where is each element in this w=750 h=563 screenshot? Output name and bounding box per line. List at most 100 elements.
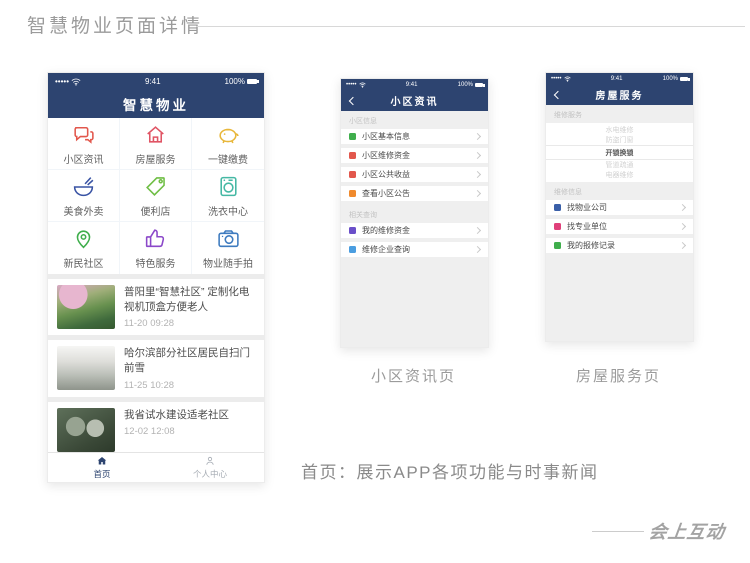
- news-thumbnail-park: [57, 285, 115, 329]
- picker-option[interactable]: 管道疏通: [546, 160, 693, 170]
- grid-item-label: 美食外卖: [64, 203, 104, 218]
- signal-dots-icon: •••••: [55, 77, 69, 86]
- grid-item-laundry-center[interactable]: 洗衣中心: [192, 170, 264, 222]
- grid-item-housing-service[interactable]: 房屋服务: [120, 118, 192, 170]
- location-pin-icon: [71, 226, 96, 251]
- picker-selected-option[interactable]: 开锁换锁: [546, 145, 693, 160]
- grid-item-label: 洗衣中心: [208, 203, 248, 218]
- chevron-right-icon: [474, 171, 481, 178]
- picker-option[interactable]: 水电维修: [546, 125, 693, 135]
- section-header: 维修信息: [546, 182, 693, 200]
- list-item-icon: [349, 246, 356, 253]
- list-item-icon: [349, 152, 356, 159]
- list-item-community-notice[interactable]: 查看小区公告: [341, 186, 488, 201]
- news-title: 哈尔滨部分社区居民自扫门前雪: [124, 346, 255, 375]
- list-item-my-repair-fund[interactable]: 我的维修资金: [341, 223, 488, 238]
- camera-icon: [216, 226, 241, 251]
- home-icon: [96, 455, 108, 467]
- tab-label: 个人中心: [193, 468, 227, 480]
- news-date: 11-25 10:28: [124, 380, 255, 391]
- signal-dots-icon: •••••: [551, 76, 562, 82]
- section-header: 小区信息: [341, 111, 488, 129]
- status-time: 9:41: [611, 76, 623, 82]
- news-thumbnail-elderly: [57, 408, 115, 452]
- washing-machine-icon: [216, 174, 241, 199]
- list-item-public-income[interactable]: 小区公共收益: [341, 167, 488, 182]
- grid-item-food-delivery[interactable]: 美食外卖: [48, 170, 120, 222]
- chat-bubbles-icon: [71, 122, 96, 147]
- status-bar: ••••• 9:41 100%: [546, 73, 693, 84]
- tab-profile[interactable]: 个人中心: [156, 453, 264, 482]
- house-icon: [143, 122, 168, 147]
- news-list-item[interactable]: 普阳里“智慧社区” 定制化电视机顶盒方便老人 11-20 09:28: [48, 279, 264, 335]
- list-item-repair-fund[interactable]: 小区维修资金: [341, 148, 488, 163]
- section-header: 维修服务: [546, 105, 693, 123]
- battery-percent: 100%: [663, 76, 678, 82]
- chevron-right-icon: [474, 246, 481, 253]
- grid-item-label: 便利店: [141, 203, 171, 218]
- status-bar: ••••• 9:41 100%: [341, 79, 488, 90]
- list-item-find-professional-unit[interactable]: 找专业单位: [546, 219, 693, 234]
- status-bar: ••••• 9:41 100%: [48, 73, 264, 90]
- news-list: 普阳里“智慧社区” 定制化电视机顶盒方便老人 11-20 09:28 哈尔滨部分…: [48, 274, 264, 452]
- chevron-right-icon: [679, 204, 686, 211]
- chevron-right-icon: [474, 133, 481, 140]
- nav-bar: 智慧物业: [48, 90, 264, 118]
- news-date: 12-02 12:08: [124, 426, 255, 437]
- grid-item-community-news[interactable]: 小区资讯: [48, 118, 120, 170]
- back-chevron-icon[interactable]: [349, 96, 357, 104]
- home-screen-mockup: ••••• 9:41 100% 智慧物业 小区资讯 房屋服务 一键缴: [47, 72, 265, 483]
- picker-option[interactable]: 防盗门窗: [546, 135, 693, 145]
- list-item-icon: [554, 204, 561, 211]
- grid-item-property-snapshot[interactable]: 物业随手拍: [192, 222, 264, 274]
- home-feature-grid: 小区资讯 房屋服务 一键缴费 美食外卖 便利店 洗衣中心: [48, 118, 264, 274]
- list-item-icon: [349, 190, 356, 197]
- news-date: 11-20 09:28: [124, 318, 255, 329]
- list-item-find-property-company[interactable]: 找物业公司: [546, 200, 693, 215]
- nav-bar: 房屋服务: [546, 84, 693, 105]
- battery-icon: [680, 77, 688, 81]
- nav-title: 房屋服务: [596, 87, 644, 102]
- grid-item-xinmin-community[interactable]: 新民社区: [48, 222, 120, 274]
- news-list-item[interactable]: 哈尔滨部分社区居民自扫门前雪 11-25 10:28: [48, 340, 264, 396]
- nav-title: 小区资讯: [391, 93, 439, 108]
- grid-item-label: 物业随手拍: [203, 255, 253, 270]
- piggy-bank-icon: [216, 122, 241, 147]
- battery-icon: [475, 83, 483, 87]
- battery-icon: [247, 79, 257, 84]
- back-chevron-icon[interactable]: [554, 90, 562, 98]
- status-time: 9:41: [145, 77, 161, 86]
- picker-option[interactable]: 电器维修: [546, 170, 693, 180]
- tab-bar: 首页 个人中心: [48, 452, 264, 482]
- battery-percent: 100%: [458, 82, 473, 88]
- news-title: 我省试水建设适老社区: [124, 408, 255, 423]
- chevron-right-icon: [679, 223, 686, 230]
- wifi-icon: [564, 76, 571, 82]
- grid-item-label: 小区资讯: [64, 151, 104, 166]
- list-item-icon: [554, 242, 561, 249]
- section-header: 相关查询: [341, 205, 488, 223]
- mockup-label-news-page: 小区资讯页: [340, 365, 487, 386]
- grid-item-convenience-store[interactable]: 便利店: [120, 170, 192, 222]
- title-divider: [196, 26, 745, 27]
- list-item-my-repair-records[interactable]: 我的报修记录: [546, 238, 693, 253]
- bowl-chopsticks-icon: [71, 174, 96, 199]
- wifi-icon: [71, 78, 81, 86]
- grid-item-label: 特色服务: [136, 255, 176, 270]
- list-item-icon: [349, 227, 356, 234]
- tab-label: 首页: [93, 468, 110, 480]
- brand-logo: 会上互动: [647, 518, 726, 544]
- home-page-caption: 首页：展示APP各项功能与时事新闻: [301, 458, 599, 483]
- grid-item-label: 房屋服务: [136, 151, 176, 166]
- list-item-icon: [349, 171, 356, 178]
- list-item-repair-company-query[interactable]: 维修企业查询: [341, 242, 488, 257]
- grid-item-one-key-payment[interactable]: 一键缴费: [192, 118, 264, 170]
- list-item-community-basic-info[interactable]: 小区基本信息: [341, 129, 488, 144]
- news-list-item[interactable]: 我省试水建设适老社区 12-02 12:08: [48, 402, 264, 452]
- chevron-right-icon: [679, 242, 686, 249]
- community-news-mockup: ••••• 9:41 100% 小区资讯 小区信息 小区基本信息 小区维修资金: [340, 78, 489, 348]
- nav-title: 智慧物业: [123, 94, 189, 114]
- service-type-picker[interactable]: 水电维修 防盗门窗 开锁换锁 管道疏通 电器维修: [546, 123, 693, 182]
- tab-home[interactable]: 首页: [48, 453, 156, 482]
- grid-item-special-service[interactable]: 特色服务: [120, 222, 192, 274]
